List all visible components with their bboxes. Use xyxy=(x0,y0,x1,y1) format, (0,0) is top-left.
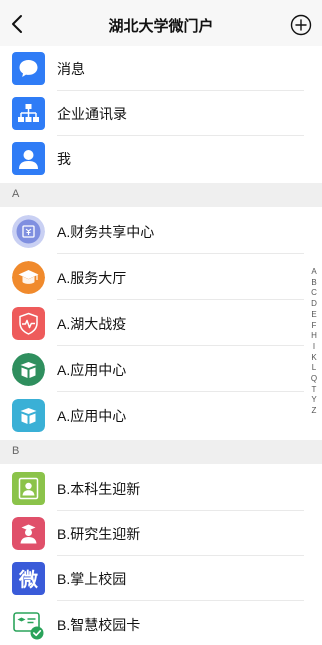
list-item-service-hall[interactable]: A.服务大厅 xyxy=(0,255,322,300)
list-item-grad-welcome[interactable]: B.研究生迎新 xyxy=(0,511,322,556)
graduate-icon xyxy=(12,517,45,550)
campus-card-icon xyxy=(12,608,45,641)
finance-icon xyxy=(12,215,45,248)
index-letter[interactable]: B xyxy=(308,278,320,289)
divider xyxy=(57,600,304,601)
wei-icon: 微 xyxy=(12,562,45,595)
nav-bar: 湖北大学微门户 xyxy=(0,0,322,48)
item-label: B.研究生迎新 xyxy=(57,526,141,542)
list-item-app-center[interactable]: A.应用中心 xyxy=(0,347,322,392)
section-header-b: B xyxy=(0,440,322,464)
box-icon xyxy=(12,399,45,432)
index-letter[interactable]: Y xyxy=(308,395,320,406)
freshman-icon xyxy=(12,472,45,505)
list-item-mobile-campus[interactable]: 微 B.掌上校园 xyxy=(0,556,322,601)
shield-heartbeat-icon xyxy=(12,307,45,340)
index-letter[interactable]: E xyxy=(308,310,320,321)
user-icon xyxy=(12,142,45,175)
divider xyxy=(57,253,304,254)
index-letter[interactable]: H xyxy=(308,331,320,342)
index-letter[interactable]: C xyxy=(308,288,320,299)
section-letter: A xyxy=(12,188,20,200)
index-letter[interactable]: Z xyxy=(308,406,320,417)
item-label: A.财务共享中心 xyxy=(57,224,155,240)
divider xyxy=(57,345,304,346)
divider xyxy=(57,299,304,300)
divider xyxy=(57,391,304,392)
item-label: A.湖大战疫 xyxy=(57,316,127,332)
item-label: 我 xyxy=(57,151,71,167)
svg-text:微: 微 xyxy=(18,568,39,591)
index-letter[interactable]: A xyxy=(308,267,320,278)
list-item-messages[interactable]: 消息 xyxy=(0,46,322,91)
alphabet-index[interactable]: A B C D E F H I K L Q T Y Z xyxy=(308,267,320,417)
list-item-me[interactable]: 我 xyxy=(0,136,322,181)
list-item-undergrad-welcome[interactable]: B.本科生迎新 xyxy=(0,466,322,511)
item-label: 消息 xyxy=(57,61,85,77)
list-item-app-center-2[interactable]: A.应用中心 xyxy=(0,393,322,438)
index-letter[interactable]: L xyxy=(308,363,320,374)
item-label: B.本科生迎新 xyxy=(57,481,141,497)
index-letter[interactable]: Q xyxy=(308,374,320,385)
list-item-contacts[interactable]: 企业通讯录 xyxy=(0,91,322,136)
item-label: A.应用中心 xyxy=(57,362,127,378)
list-item-fight-epidemic[interactable]: A.湖大战疫 xyxy=(0,301,322,346)
page-title: 湖北大学微门户 xyxy=(108,18,214,35)
index-letter[interactable]: F xyxy=(308,321,320,332)
box-icon xyxy=(12,353,45,386)
item-label: B.掌上校园 xyxy=(57,571,127,587)
index-letter[interactable]: T xyxy=(308,385,320,396)
list-item-finance-center[interactable]: A.财务共享中心 xyxy=(0,209,322,254)
org-chart-icon xyxy=(12,97,45,130)
index-letter[interactable]: D xyxy=(308,299,320,310)
graduation-cap-icon xyxy=(12,261,45,294)
item-label: 企业通讯录 xyxy=(57,106,127,122)
section-letter: B xyxy=(12,445,20,457)
list-item-campus-card[interactable]: B.智慧校园卡 xyxy=(0,602,322,645)
item-label: A.应用中心 xyxy=(57,408,127,424)
message-icon xyxy=(12,52,45,85)
section-header-a: A xyxy=(0,183,322,207)
item-label: B.智慧校园卡 xyxy=(57,617,141,633)
add-circle-icon[interactable] xyxy=(290,14,312,36)
item-label: A.服务大厅 xyxy=(57,270,127,286)
index-letter[interactable]: I xyxy=(308,342,320,353)
index-letter[interactable]: K xyxy=(308,353,320,364)
